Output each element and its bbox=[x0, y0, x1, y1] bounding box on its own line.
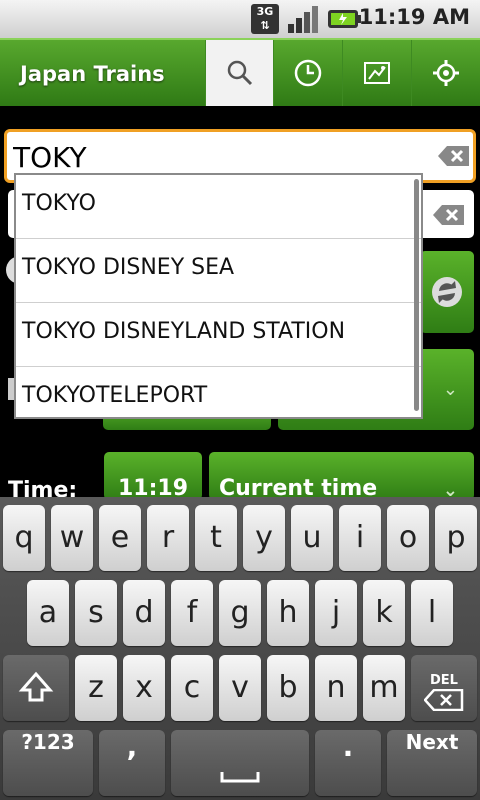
map-icon bbox=[364, 62, 390, 84]
space-icon bbox=[220, 772, 260, 783]
key-v[interactable]: v bbox=[219, 655, 261, 721]
key-c[interactable]: c bbox=[171, 655, 213, 721]
swap-icon bbox=[432, 277, 462, 307]
key-p[interactable]: p bbox=[435, 505, 477, 571]
suggestion-item[interactable]: TOKYO bbox=[16, 175, 421, 239]
clear-to-button[interactable] bbox=[432, 204, 466, 226]
key-r[interactable]: r bbox=[147, 505, 189, 571]
space-key[interactable] bbox=[171, 730, 309, 796]
key-z[interactable]: z bbox=[75, 655, 117, 721]
gear-icon bbox=[433, 60, 459, 86]
key-f[interactable]: f bbox=[171, 580, 213, 646]
search-tab-button[interactable] bbox=[205, 40, 273, 106]
time-mode-dropdown[interactable]: Current time ⌄ bbox=[209, 452, 474, 501]
symbols-key[interactable]: ?123 bbox=[3, 730, 93, 796]
shift-key[interactable] bbox=[3, 655, 69, 721]
chevron-down-icon: ⌄ bbox=[442, 379, 458, 400]
key-x[interactable]: x bbox=[123, 655, 165, 721]
battery-icon bbox=[328, 10, 361, 28]
key-s[interactable]: s bbox=[75, 580, 117, 646]
from-station-input[interactable] bbox=[13, 138, 413, 176]
key-u[interactable]: u bbox=[291, 505, 333, 571]
map-tab-button[interactable] bbox=[342, 40, 410, 106]
key-n[interactable]: n bbox=[315, 655, 357, 721]
search-icon bbox=[227, 60, 253, 86]
history-tab-button[interactable] bbox=[273, 40, 341, 106]
delete-key[interactable]: DEL bbox=[411, 655, 477, 721]
key-m[interactable]: m bbox=[363, 655, 405, 721]
suggestion-item[interactable]: TOKYOTELEPORT bbox=[16, 367, 421, 417]
key-q[interactable]: q bbox=[3, 505, 45, 571]
key-t[interactable]: t bbox=[195, 505, 237, 571]
key-g[interactable]: g bbox=[219, 580, 261, 646]
key-k[interactable]: k bbox=[363, 580, 405, 646]
key-d[interactable]: d bbox=[123, 580, 165, 646]
status-time: 11:19 AM bbox=[358, 5, 470, 29]
key-b[interactable]: b bbox=[267, 655, 309, 721]
key-w[interactable]: w bbox=[51, 505, 93, 571]
comma-key[interactable]: , bbox=[99, 730, 165, 796]
network-3g-icon: 3G ⇅ bbox=[251, 4, 279, 34]
swap-stations-button[interactable] bbox=[420, 251, 474, 333]
key-h[interactable]: h bbox=[267, 580, 309, 646]
time-button[interactable]: 11:19 bbox=[104, 452, 202, 501]
backspace-icon bbox=[424, 689, 464, 711]
settings-tab-button[interactable] bbox=[411, 40, 479, 106]
key-y[interactable]: y bbox=[243, 505, 285, 571]
next-key[interactable]: Next bbox=[387, 730, 477, 796]
status-bar: 3G ⇅ 11:19 AM bbox=[0, 0, 480, 38]
key-o[interactable]: o bbox=[387, 505, 429, 571]
network-label: 3G bbox=[256, 5, 274, 18]
dropdown-scrollbar[interactable] bbox=[414, 179, 419, 411]
key-j[interactable]: j bbox=[315, 580, 357, 646]
suggestion-item[interactable]: TOKYO DISNEYLAND STATION bbox=[16, 303, 421, 367]
key-i[interactable]: i bbox=[339, 505, 381, 571]
signal-icon bbox=[288, 6, 318, 33]
key-e[interactable]: e bbox=[99, 505, 141, 571]
soft-keyboard: q w e r t y u i o p a s d f g h j k l z … bbox=[0, 497, 480, 800]
suggestion-dropdown: TOKYO TOKYO DISNEY SEA TOKYO DISNEYLAND … bbox=[14, 173, 423, 419]
key-l[interactable]: l bbox=[411, 580, 453, 646]
shift-icon bbox=[18, 671, 54, 702]
clear-from-button[interactable] bbox=[437, 145, 471, 167]
clear-icon bbox=[433, 205, 464, 225]
app-title: Japan Trains bbox=[20, 62, 165, 86]
action-bar: Japan Trains bbox=[0, 38, 480, 106]
suggestion-item[interactable]: TOKYO DISNEY SEA bbox=[16, 239, 421, 303]
clear-icon bbox=[438, 146, 469, 166]
key-a[interactable]: a bbox=[27, 580, 69, 646]
delete-label: DEL bbox=[430, 673, 458, 688]
period-key[interactable]: . bbox=[315, 730, 381, 796]
clock-icon bbox=[294, 59, 322, 87]
